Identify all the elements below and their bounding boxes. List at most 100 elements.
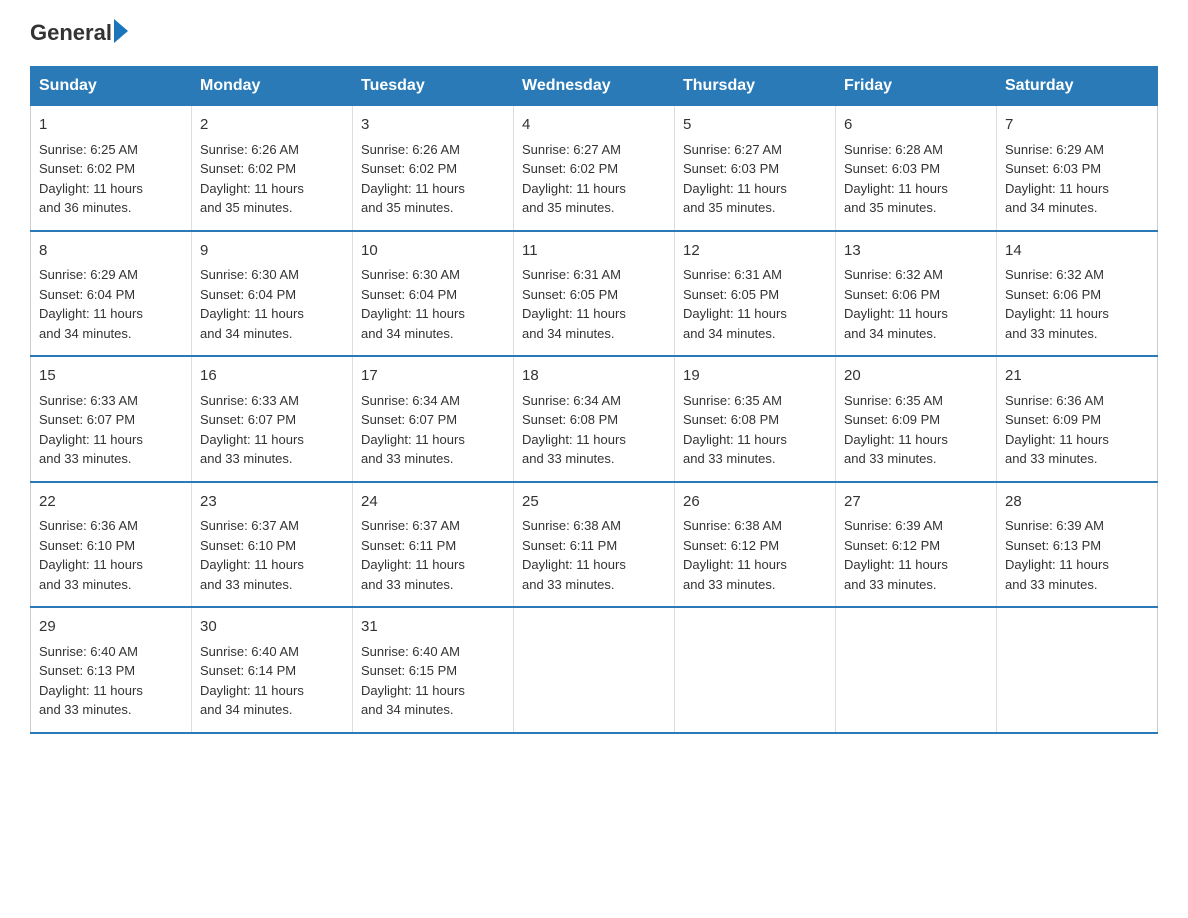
calendar-week-row: 1Sunrise: 6:25 AMSunset: 6:02 PMDaylight…	[31, 106, 1158, 231]
day-info: Sunrise: 6:25 AMSunset: 6:02 PMDaylight:…	[39, 140, 183, 218]
logo-arrow-icon	[114, 19, 128, 43]
day-number: 5	[683, 114, 827, 137]
day-number: 27	[844, 491, 988, 514]
calendar-cell: 11Sunrise: 6:31 AMSunset: 6:05 PMDayligh…	[514, 231, 675, 357]
calendar-cell: 10Sunrise: 6:30 AMSunset: 6:04 PMDayligh…	[353, 231, 514, 357]
calendar-cell: 30Sunrise: 6:40 AMSunset: 6:14 PMDayligh…	[192, 607, 353, 733]
calendar-cell: 22Sunrise: 6:36 AMSunset: 6:10 PMDayligh…	[31, 482, 192, 608]
day-info: Sunrise: 6:31 AMSunset: 6:05 PMDaylight:…	[522, 265, 666, 343]
day-info: Sunrise: 6:30 AMSunset: 6:04 PMDaylight:…	[361, 265, 505, 343]
day-info: Sunrise: 6:33 AMSunset: 6:07 PMDaylight:…	[39, 391, 183, 469]
day-info: Sunrise: 6:40 AMSunset: 6:14 PMDaylight:…	[200, 642, 344, 720]
day-number: 25	[522, 491, 666, 514]
calendar-week-row: 15 Sunrise: 6:33 AMSunset: 6:07 PMDayligh…	[31, 356, 1158, 482]
logo: General	[30, 20, 128, 46]
calendar-cell: 9Sunrise: 6:30 AMSunset: 6:04 PMDaylight…	[192, 231, 353, 357]
day-number: 4	[522, 114, 666, 137]
day-number: 12	[683, 240, 827, 263]
calendar-cell: 6 Sunrise: 6:28 AMSunset: 6:03 PMDaylight…	[836, 106, 997, 231]
day-info: Sunrise: 6:28 AMSunset: 6:03 PMDaylight:…	[844, 140, 988, 218]
logo-general-text: General	[30, 20, 112, 46]
day-number: 15	[39, 365, 183, 388]
day-info: Sunrise: 6:39 AMSunset: 6:13 PMDaylight:…	[1005, 516, 1149, 594]
day-info: Sunrise: 6:32 AMSunset: 6:06 PMDaylight:…	[844, 265, 988, 343]
column-header-saturday: Saturday	[997, 67, 1158, 106]
column-header-tuesday: Tuesday	[353, 67, 514, 106]
calendar-header-row: SundayMondayTuesdayWednesdayThursdayFrid…	[31, 67, 1158, 106]
day-info: Sunrise: 6:26 AMSunset: 6:02 PMDaylight:…	[361, 140, 505, 218]
calendar-cell: 27Sunrise: 6:39 AMSunset: 6:12 PMDayligh…	[836, 482, 997, 608]
calendar-cell: 21 Sunrise: 6:36 AMSunset: 6:09 PMDayligh…	[997, 356, 1158, 482]
calendar-cell: 19 Sunrise: 6:35 AMSunset: 6:08 PMDayligh…	[675, 356, 836, 482]
calendar-cell: 18 Sunrise: 6:34 AMSunset: 6:08 PMDayligh…	[514, 356, 675, 482]
calendar-week-row: 22Sunrise: 6:36 AMSunset: 6:10 PMDayligh…	[31, 482, 1158, 608]
day-number: 2	[200, 114, 344, 137]
calendar-cell	[514, 607, 675, 733]
calendar-cell	[675, 607, 836, 733]
calendar-cell: 24Sunrise: 6:37 AMSunset: 6:11 PMDayligh…	[353, 482, 514, 608]
day-info: Sunrise: 6:37 AMSunset: 6:11 PMDaylight:…	[361, 516, 505, 594]
calendar-table: SundayMondayTuesdayWednesdayThursdayFrid…	[30, 66, 1158, 734]
day-number: 20	[844, 365, 988, 388]
calendar-cell: 14Sunrise: 6:32 AMSunset: 6:06 PMDayligh…	[997, 231, 1158, 357]
calendar-cell: 2Sunrise: 6:26 AMSunset: 6:02 PMDaylight…	[192, 106, 353, 231]
day-info: Sunrise: 6:27 AMSunset: 6:03 PMDaylight:…	[683, 140, 827, 218]
day-number: 3	[361, 114, 505, 137]
calendar-cell: 31Sunrise: 6:40 AMSunset: 6:15 PMDayligh…	[353, 607, 514, 733]
calendar-cell: 1Sunrise: 6:25 AMSunset: 6:02 PMDaylight…	[31, 106, 192, 231]
calendar-cell: 13Sunrise: 6:32 AMSunset: 6:06 PMDayligh…	[836, 231, 997, 357]
day-number: 22	[39, 491, 183, 514]
day-info: Sunrise: 6:32 AMSunset: 6:06 PMDaylight:…	[1005, 265, 1149, 343]
calendar-cell: 17 Sunrise: 6:34 AMSunset: 6:07 PMDayligh…	[353, 356, 514, 482]
day-info: Sunrise: 6:34 AMSunset: 6:07 PMDaylight:…	[361, 391, 505, 469]
day-number: 18	[522, 365, 666, 388]
column-header-thursday: Thursday	[675, 67, 836, 106]
column-header-sunday: Sunday	[31, 67, 192, 106]
day-info: Sunrise: 6:35 AMSunset: 6:08 PMDaylight:…	[683, 391, 827, 469]
calendar-cell: 7 Sunrise: 6:29 AMSunset: 6:03 PMDaylight…	[997, 106, 1158, 231]
day-number: 14	[1005, 240, 1149, 263]
day-number: 23	[200, 491, 344, 514]
day-info: Sunrise: 6:35 AMSunset: 6:09 PMDaylight:…	[844, 391, 988, 469]
day-number: 17	[361, 365, 505, 388]
day-number: 21	[1005, 365, 1149, 388]
day-number: 7	[1005, 114, 1149, 137]
calendar-week-row: 29 Sunrise: 6:40 AMSunset: 6:13 PMDayligh…	[31, 607, 1158, 733]
day-info: Sunrise: 6:31 AMSunset: 6:05 PMDaylight:…	[683, 265, 827, 343]
calendar-cell: 25Sunrise: 6:38 AMSunset: 6:11 PMDayligh…	[514, 482, 675, 608]
day-info: Sunrise: 6:36 AMSunset: 6:10 PMDaylight:…	[39, 516, 183, 594]
day-info: Sunrise: 6:29 AMSunset: 6:03 PMDaylight:…	[1005, 140, 1149, 218]
column-header-wednesday: Wednesday	[514, 67, 675, 106]
day-number: 8	[39, 240, 183, 263]
day-number: 11	[522, 240, 666, 263]
calendar-cell: 3 Sunrise: 6:26 AMSunset: 6:02 PMDaylight…	[353, 106, 514, 231]
calendar-cell: 12Sunrise: 6:31 AMSunset: 6:05 PMDayligh…	[675, 231, 836, 357]
calendar-cell	[997, 607, 1158, 733]
calendar-cell: 16 Sunrise: 6:33 AMSunset: 6:07 PMDayligh…	[192, 356, 353, 482]
calendar-cell: 8Sunrise: 6:29 AMSunset: 6:04 PMDaylight…	[31, 231, 192, 357]
column-header-friday: Friday	[836, 67, 997, 106]
day-number: 29	[39, 616, 183, 639]
day-info: Sunrise: 6:40 AMSunset: 6:15 PMDaylight:…	[361, 642, 505, 720]
calendar-cell: 20 Sunrise: 6:35 AMSunset: 6:09 PMDayligh…	[836, 356, 997, 482]
day-info: Sunrise: 6:38 AMSunset: 6:12 PMDaylight:…	[683, 516, 827, 594]
day-info: Sunrise: 6:27 AMSunset: 6:02 PMDaylight:…	[522, 140, 666, 218]
calendar-cell	[836, 607, 997, 733]
day-info: Sunrise: 6:36 AMSunset: 6:09 PMDaylight:…	[1005, 391, 1149, 469]
day-info: Sunrise: 6:40 AMSunset: 6:13 PMDaylight:…	[39, 642, 183, 720]
day-number: 28	[1005, 491, 1149, 514]
day-number: 9	[200, 240, 344, 263]
day-info: Sunrise: 6:39 AMSunset: 6:12 PMDaylight:…	[844, 516, 988, 594]
day-info: Sunrise: 6:34 AMSunset: 6:08 PMDaylight:…	[522, 391, 666, 469]
calendar-cell: 15 Sunrise: 6:33 AMSunset: 6:07 PMDayligh…	[31, 356, 192, 482]
day-info: Sunrise: 6:33 AMSunset: 6:07 PMDaylight:…	[200, 391, 344, 469]
day-number: 16	[200, 365, 344, 388]
day-info: Sunrise: 6:38 AMSunset: 6:11 PMDaylight:…	[522, 516, 666, 594]
day-number: 26	[683, 491, 827, 514]
calendar-week-row: 8Sunrise: 6:29 AMSunset: 6:04 PMDaylight…	[31, 231, 1158, 357]
day-number: 19	[683, 365, 827, 388]
day-number: 13	[844, 240, 988, 263]
page-header: General	[30, 20, 1158, 46]
day-number: 6	[844, 114, 988, 137]
calendar-cell: 28Sunrise: 6:39 AMSunset: 6:13 PMDayligh…	[997, 482, 1158, 608]
